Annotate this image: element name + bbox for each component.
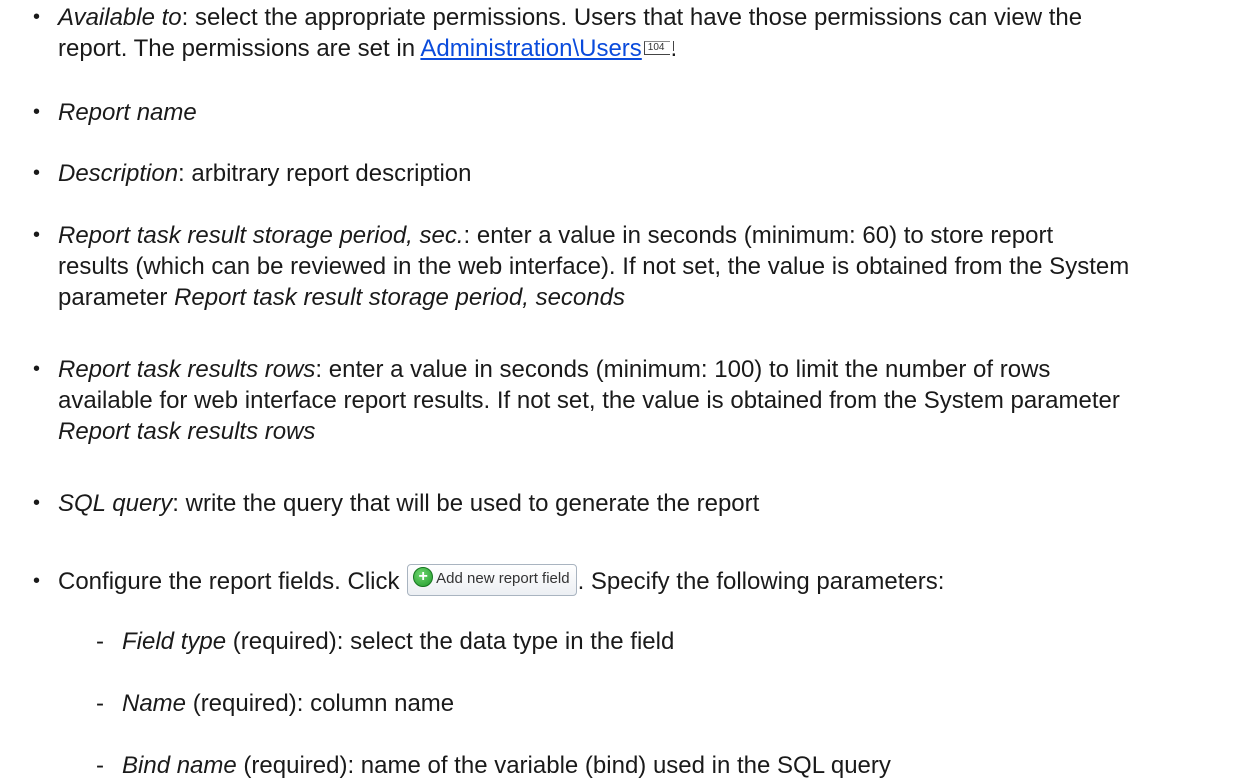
page-reference[interactable]: 104 (643, 41, 675, 55)
term: Name (122, 690, 187, 717)
add-new-report-field-button[interactable]: + Add new report field (407, 563, 577, 596)
term: Report task results rows (58, 356, 316, 383)
dash: - (96, 752, 104, 779)
plus-circle-icon: + (413, 566, 434, 587)
dash: - (96, 690, 104, 717)
term: Available to (58, 4, 182, 31)
bullet: • (33, 101, 41, 123)
term: Bind name (122, 752, 237, 779)
bullet: • (33, 570, 41, 592)
bullet: • (33, 224, 41, 246)
dash: - (96, 628, 104, 655)
term: Field type (122, 628, 227, 655)
bullet: • (33, 6, 41, 28)
administration-users-link[interactable]: Administration\Users (420, 35, 641, 62)
term: SQL query (58, 490, 173, 517)
term: Report task result storage period, sec. (58, 222, 464, 249)
bullet: • (33, 162, 41, 184)
bullet: • (33, 492, 41, 514)
term: Description (58, 160, 179, 187)
term: Report name (58, 99, 197, 126)
bullet: • (33, 358, 41, 380)
